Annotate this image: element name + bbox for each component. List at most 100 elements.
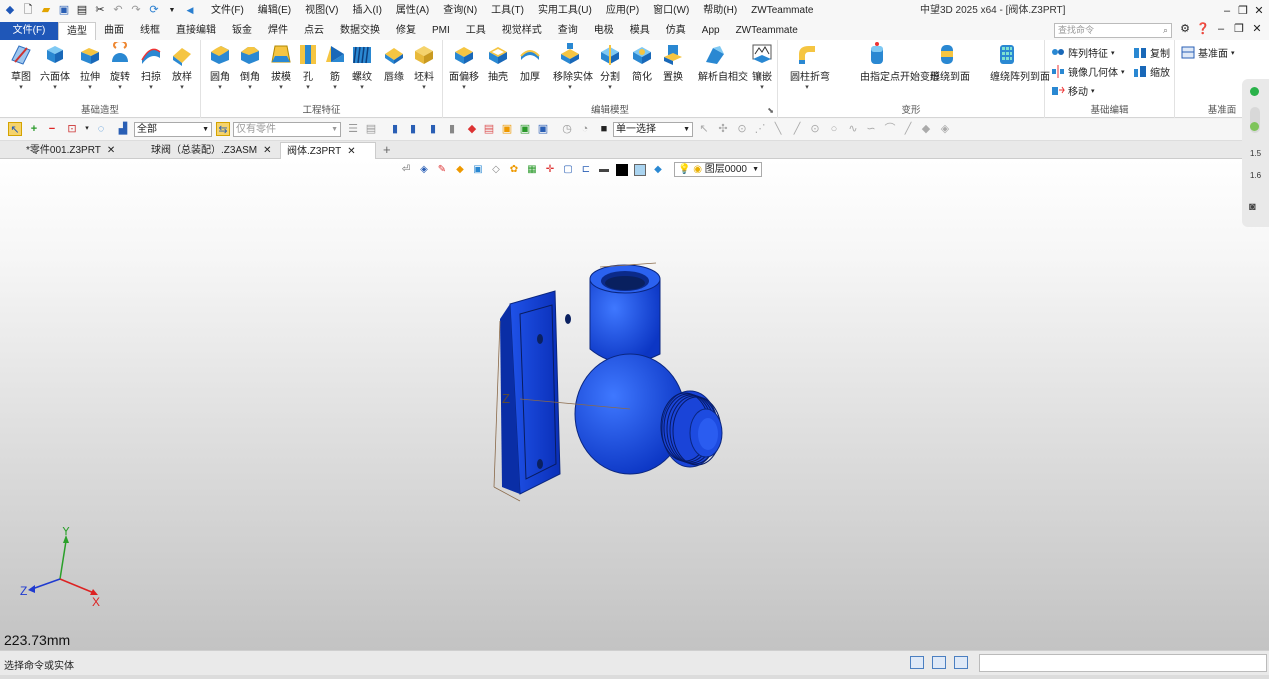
align-icon[interactable]: ☰ <box>346 122 360 136</box>
thread-button[interactable]: 螺纹 ▾ <box>345 42 379 100</box>
chevron-down-icon[interactable]: ▾ <box>103 84 137 92</box>
settings-icon[interactable]: ✂ <box>92 3 108 19</box>
box-button[interactable]: 六面体 ▾ <box>38 42 72 100</box>
tab-data-exchange[interactable]: 数据交换 <box>332 22 388 40</box>
tab-surface[interactable]: 曲面 <box>96 22 132 40</box>
minimize-icon[interactable]: – <box>1219 5 1235 17</box>
menu-insert[interactable]: 插入(I) <box>345 0 388 21</box>
tab-app[interactable]: App <box>694 22 728 40</box>
select-option-9-icon[interactable]: ▣ <box>536 122 550 136</box>
snap-slash-icon[interactable]: ╱ <box>901 122 915 136</box>
chevron-down-icon[interactable]: ▼ <box>683 123 690 136</box>
snap-mid-icon[interactable]: ⋰ <box>753 122 767 136</box>
status-dot-icon[interactable] <box>1250 87 1259 96</box>
snap-center-icon[interactable]: ⊙ <box>735 122 749 136</box>
ribbon-close-icon[interactable]: ✕ <box>1250 22 1264 35</box>
chevron-down-icon[interactable]: ▼ <box>202 123 209 136</box>
move-button[interactable]: 移动 ▾ <box>1051 83 1095 98</box>
tab-point-cloud[interactable]: 点云 <box>296 22 332 40</box>
new-tab-icon[interactable]: + <box>383 142 391 157</box>
snap-cursor-icon[interactable]: ↖ <box>697 122 711 136</box>
restore-icon[interactable]: ❐ <box>1235 4 1251 17</box>
print-icon[interactable]: ▤ <box>364 122 378 136</box>
chevron-down-icon[interactable]: ▾ <box>1231 49 1235 57</box>
layout-icon[interactable] <box>910 656 924 669</box>
snap-face-icon[interactable]: ◆ <box>919 122 933 136</box>
menu-tools[interactable]: 工具(T) <box>484 0 531 21</box>
chevron-down-icon[interactable]: ▾ <box>73 84 107 92</box>
lip-button[interactable]: 唇缘 <box>377 42 411 100</box>
ribbon-minimize-icon[interactable]: – <box>1214 23 1228 35</box>
wire-view-icon[interactable]: ◇ <box>490 164 502 176</box>
tab-tools[interactable]: 工具 <box>458 22 494 40</box>
snap-arc-icon[interactable]: ○ <box>827 122 841 136</box>
fit-icon[interactable]: ▢ <box>562 164 574 176</box>
valve-body-model[interactable]: Z <box>480 259 740 504</box>
display-icon[interactable]: ▬ <box>598 164 610 176</box>
command-input[interactable] <box>979 654 1267 672</box>
chevron-down-icon[interactable]: ▾ <box>233 84 267 92</box>
pick-icon[interactable]: ↖ <box>8 122 22 136</box>
tab-modeling[interactable]: 造型 <box>58 22 96 40</box>
parts-only-select[interactable]: 仅有零件 ▼ <box>233 122 341 137</box>
shade-icon[interactable]: ◆ <box>454 164 466 176</box>
tab-direct-edit[interactable]: 直接编辑 <box>168 22 224 40</box>
close-icon[interactable]: ✕ <box>107 145 115 156</box>
tab-repair[interactable]: 修复 <box>388 22 424 40</box>
chamfer-button[interactable]: 倒角 ▾ <box>233 42 267 100</box>
thicken-button[interactable]: 加厚 <box>513 42 547 100</box>
select-option-5-icon[interactable]: ◆ <box>465 122 479 136</box>
sketch-button[interactable]: 草图 ▾ <box>4 42 38 100</box>
chevron-down-icon[interactable]: ▼ <box>752 163 759 176</box>
split-button[interactable]: 分割 ▾ <box>593 42 627 100</box>
remove-icon[interactable]: − <box>45 122 59 136</box>
render-mode-icon[interactable]: ✎ <box>436 164 448 176</box>
pattern-feature-button[interactable]: 阵列特征 ▾ <box>1051 45 1115 60</box>
loft-button[interactable]: 放样 ▾ <box>165 42 199 100</box>
snap-curve-icon[interactable]: ∿ <box>846 122 860 136</box>
background-black-icon[interactable] <box>616 163 628 176</box>
tab-mold[interactable]: 模具 <box>622 22 658 40</box>
background-blue-icon[interactable] <box>634 163 646 176</box>
menu-edit[interactable]: 编辑(E) <box>251 0 298 21</box>
fillet-button[interactable]: 圆角 ▾ <box>203 42 237 100</box>
copy-button[interactable]: 复制 <box>1133 45 1170 60</box>
slider-knob-icon[interactable] <box>1250 122 1259 131</box>
frame-icon[interactable]: ⊏ <box>580 164 592 176</box>
shell-button[interactable]: 抽壳 <box>481 42 515 100</box>
doc-tab-part001[interactable]: *零件001.Z3PRT ✕ <box>20 142 140 159</box>
stop-icon[interactable]: ■ <box>597 122 611 136</box>
close-icon[interactable]: ✕ <box>1251 4 1267 17</box>
chevron-down-icon[interactable]: ▾ <box>1091 87 1095 95</box>
tab-zwteammate[interactable]: ZWTeammate <box>728 22 806 40</box>
parts-filter-icon[interactable]: ⇆ <box>216 122 230 136</box>
chevron-down-icon[interactable]: ▾ <box>407 84 441 92</box>
face-offset-button[interactable]: 面偏移 ▾ <box>447 42 481 100</box>
chevron-down-icon[interactable]: ▾ <box>203 84 237 92</box>
tab-visual-style[interactable]: 视觉样式 <box>494 22 550 40</box>
menu-window[interactable]: 窗口(W) <box>646 0 696 21</box>
print-icon[interactable]: ▤ <box>74 3 90 19</box>
deform-from-point-button[interactable]: 由指定点开始变形 <box>860 42 940 100</box>
snap-circle-icon[interactable]: ⊙ <box>808 122 822 136</box>
group-expand-icon[interactable]: ⬊ <box>767 106 774 115</box>
app-logo-icon[interactable]: ◆ <box>2 3 18 19</box>
reset-icon[interactable]: ◔ <box>578 122 592 136</box>
chevron-down-icon[interactable]: ▾ <box>553 84 587 92</box>
layer-select[interactable]: 💡 ◉ 图层0000 ▼ <box>674 162 762 177</box>
monitor-icon[interactable] <box>932 656 946 669</box>
command-search-input[interactable]: 查找命令 ⌕ <box>1054 23 1172 38</box>
menu-file[interactable]: 文件(F) <box>204 0 251 21</box>
view-back-icon[interactable]: ⏎ <box>400 164 412 176</box>
extrude-button[interactable]: 拉伸 ▾ <box>73 42 107 100</box>
chevron-down-icon[interactable]: ▾ <box>790 84 824 92</box>
chevron-down-icon[interactable]: ▼ <box>331 123 338 136</box>
menu-view[interactable]: 视图(V) <box>298 0 345 21</box>
scale-button[interactable]: 缩放 <box>1133 64 1170 79</box>
tab-weldment[interactable]: 焊件 <box>260 22 296 40</box>
select-option-8-icon[interactable]: ▣ <box>518 122 532 136</box>
filter-icon[interactable]: ⊡ <box>65 122 79 136</box>
chevron-down-icon[interactable]: ▾ <box>745 84 779 92</box>
chevron-down-icon[interactable]: ▾ <box>4 84 38 92</box>
snap-end-icon[interactable]: ✣ <box>716 122 730 136</box>
